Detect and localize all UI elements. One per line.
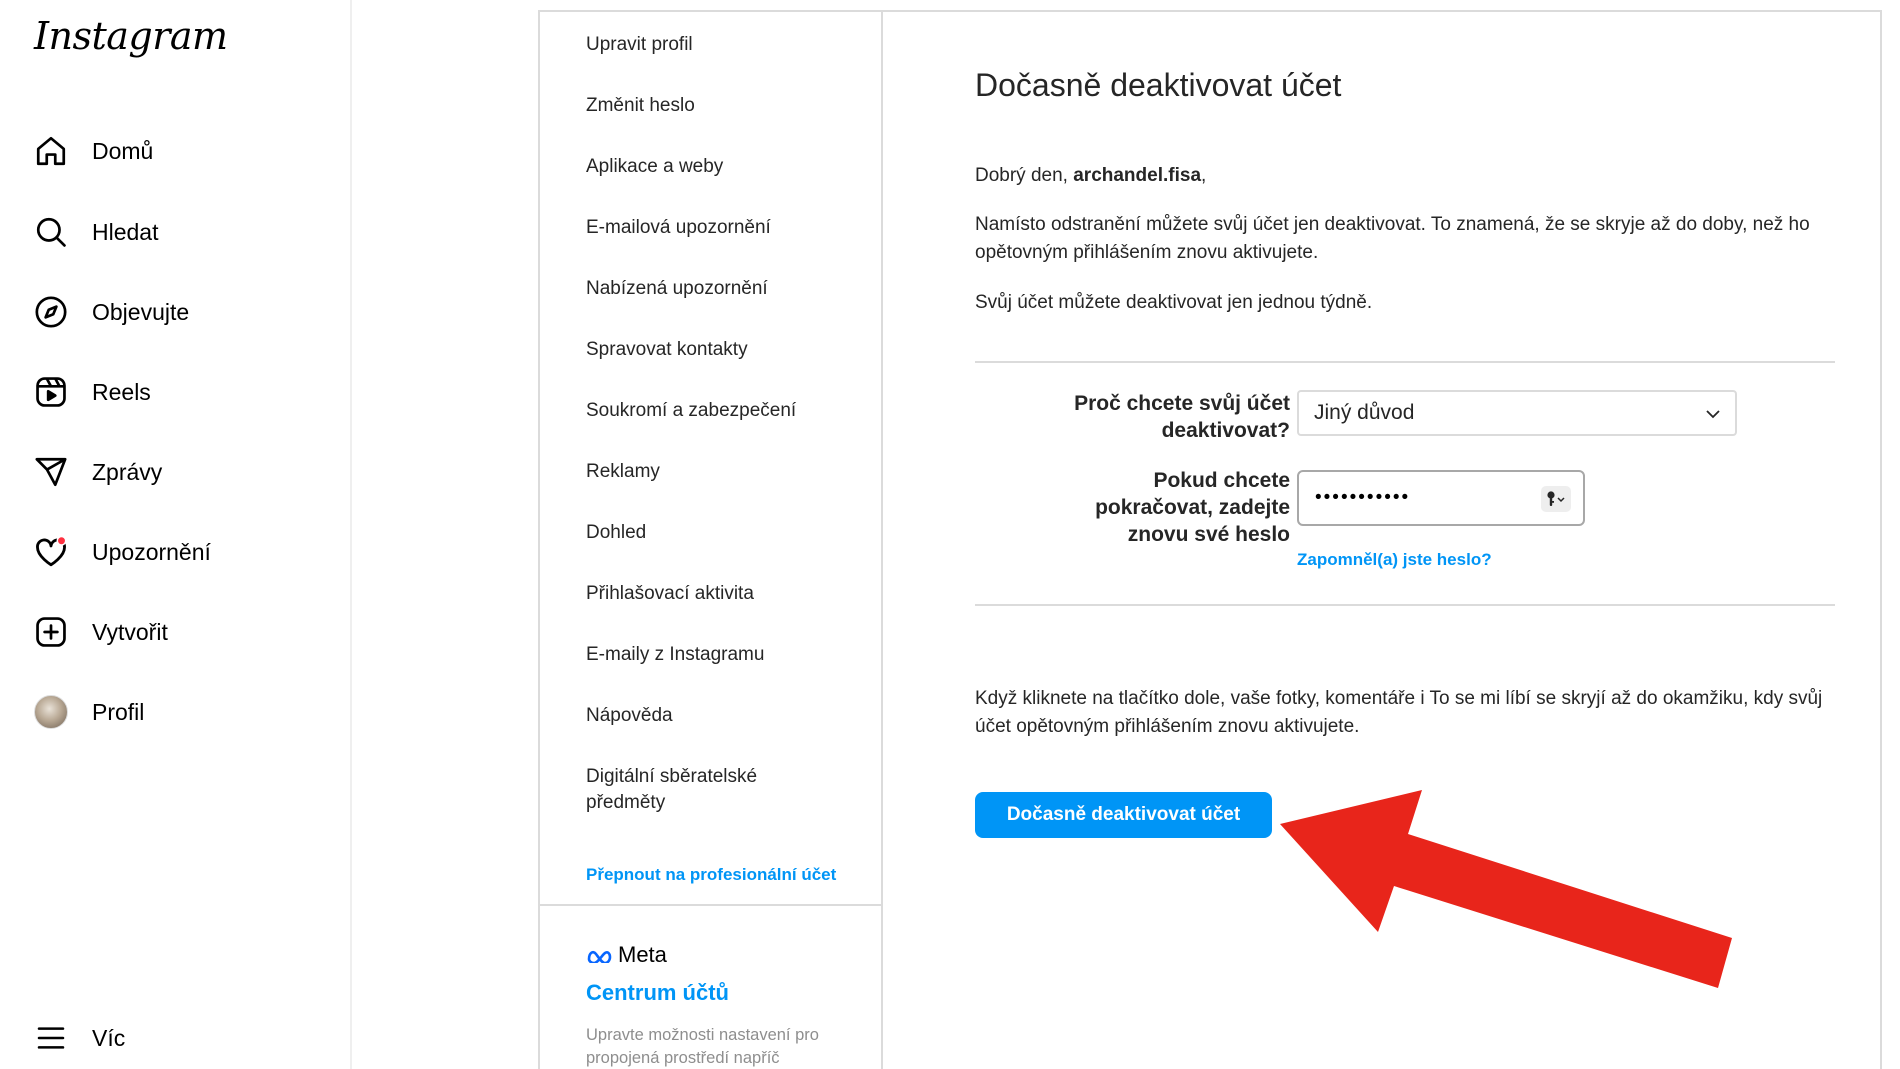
nav-item-messages[interactable]: Zprávy bbox=[32, 444, 332, 500]
compass-icon bbox=[32, 293, 70, 331]
settings-menu-item[interactable]: Změnit heslo bbox=[586, 93, 695, 119]
forgot-password-link[interactable]: Zapomněl(a) jste heslo? bbox=[1297, 550, 1492, 570]
settings-menu-item[interactable]: Soukromí a zabezpečení bbox=[586, 398, 796, 424]
plus-square-icon bbox=[32, 613, 70, 651]
settings-menu-item[interactable]: Spravovat kontakty bbox=[586, 337, 748, 363]
deactivate-notice: Když kliknete na tlačítko dole, vaše fot… bbox=[975, 688, 1823, 737]
password-key-icon[interactable] bbox=[1541, 486, 1571, 512]
meta-logo: Meta bbox=[586, 942, 667, 968]
deactivate-explanation: Namísto odstranění můžete svůj účet jen … bbox=[975, 214, 1810, 263]
nav-item-reels[interactable]: Reels bbox=[32, 364, 332, 420]
nav-label-profile: Profil bbox=[92, 698, 145, 725]
nav-item-profile[interactable]: Profil bbox=[32, 684, 332, 740]
nav-label-reels: Reels bbox=[92, 378, 151, 405]
nav-item-notifications[interactable]: Upozornění bbox=[32, 524, 332, 580]
settings-menu-item[interactable]: Digitální sběratelské předměty bbox=[586, 764, 816, 816]
nav-item-home[interactable]: Domů bbox=[32, 123, 332, 179]
divider bbox=[975, 604, 1835, 606]
nav-label-messages: Zprávy bbox=[92, 458, 163, 485]
greeting: Dobrý den, archandel.fisa, bbox=[975, 162, 1835, 190]
settings-menu-item[interactable]: Upravit profil bbox=[586, 32, 693, 58]
greeting-prefix: Dobrý den, bbox=[975, 165, 1074, 186]
divider bbox=[975, 361, 1835, 363]
nav-item-explore[interactable]: Objevujte bbox=[32, 284, 332, 340]
accounts-center-description: Upravte možnosti nastavení pro propojená… bbox=[586, 1026, 819, 1067]
settings-menu-item[interactable]: Nabízená upozornění bbox=[586, 276, 768, 302]
annotation-arrow-icon bbox=[1280, 790, 1732, 988]
password-label: Pokud chcete pokračovat, zadejte znovu s… bbox=[1095, 469, 1290, 546]
settings-menu-item[interactable]: Reklamy bbox=[586, 459, 660, 485]
settings-menu-item[interactable]: E-maily z Instagramu bbox=[586, 642, 764, 668]
avatar-wrapper bbox=[32, 693, 70, 731]
deactivate-frequency-note: Svůj účet můžete deaktivovat jen jednou … bbox=[975, 292, 1373, 313]
reason-label: Proč chcete svůj účet deaktivovat? bbox=[1074, 392, 1290, 442]
nav-label-notifications: Upozornění bbox=[92, 538, 211, 565]
menu-divider bbox=[540, 904, 881, 906]
page-title: Dočasně deaktivovat účet bbox=[975, 67, 1342, 103]
accounts-center-link[interactable]: Centrum účtů bbox=[586, 980, 729, 1006]
reels-icon bbox=[32, 373, 70, 411]
paper-plane-icon bbox=[32, 453, 70, 491]
settings-menu-item[interactable]: Nápověda bbox=[586, 703, 673, 729]
nav-item-create[interactable]: Vytvořit bbox=[32, 604, 332, 660]
settings-menu-item[interactable]: Aplikace a weby bbox=[586, 154, 723, 180]
home-icon bbox=[32, 132, 70, 170]
heart-icon bbox=[32, 533, 70, 571]
chevron-down-icon bbox=[1703, 404, 1723, 430]
greeting-suffix: , bbox=[1201, 165, 1207, 186]
settings-menu: Upravit profil Změnit heslo Aplikace a w… bbox=[540, 12, 883, 1069]
reason-select[interactable]: Jiný důvod bbox=[1297, 390, 1737, 436]
search-icon bbox=[32, 213, 70, 251]
nav-label-explore: Objevujte bbox=[92, 298, 190, 325]
nav-label-search: Hledat bbox=[92, 218, 159, 245]
reason-select-value: Jiný důvod bbox=[1314, 401, 1415, 424]
nav-label-home: Domů bbox=[92, 137, 154, 164]
settings-menu-item[interactable]: E-mailová upozornění bbox=[586, 215, 771, 241]
username: archandel.fisa bbox=[1073, 165, 1202, 186]
nav-label-create: Vytvořit bbox=[92, 618, 168, 645]
password-value: ••••••••••• bbox=[1315, 487, 1411, 508]
settings-menu-item[interactable]: Dohled bbox=[586, 520, 646, 546]
nav-label-more: Víc bbox=[92, 1024, 126, 1051]
settings-menu-item[interactable]: Přihlašovací aktivita bbox=[586, 581, 754, 607]
meta-logo-text: Meta bbox=[618, 942, 667, 967]
nav-item-more[interactable]: Víc bbox=[32, 1010, 332, 1066]
nav-item-search[interactable]: Hledat bbox=[32, 204, 332, 260]
deactivate-account-button[interactable]: Dočasně deaktivovat účet bbox=[975, 792, 1272, 838]
switch-to-professional-link[interactable]: Přepnout na profesionální účet bbox=[586, 865, 836, 885]
password-input[interactable]: ••••••••••• bbox=[1297, 470, 1585, 526]
instagram-logo[interactable]: Instagram bbox=[34, 14, 228, 58]
meta-infinity-icon bbox=[587, 950, 612, 963]
avatar bbox=[34, 695, 68, 729]
hamburger-menu-icon bbox=[32, 1019, 70, 1057]
sidebar-nav: Instagram Domů Hledat Objevujte Reels Zp… bbox=[0, 0, 352, 1069]
